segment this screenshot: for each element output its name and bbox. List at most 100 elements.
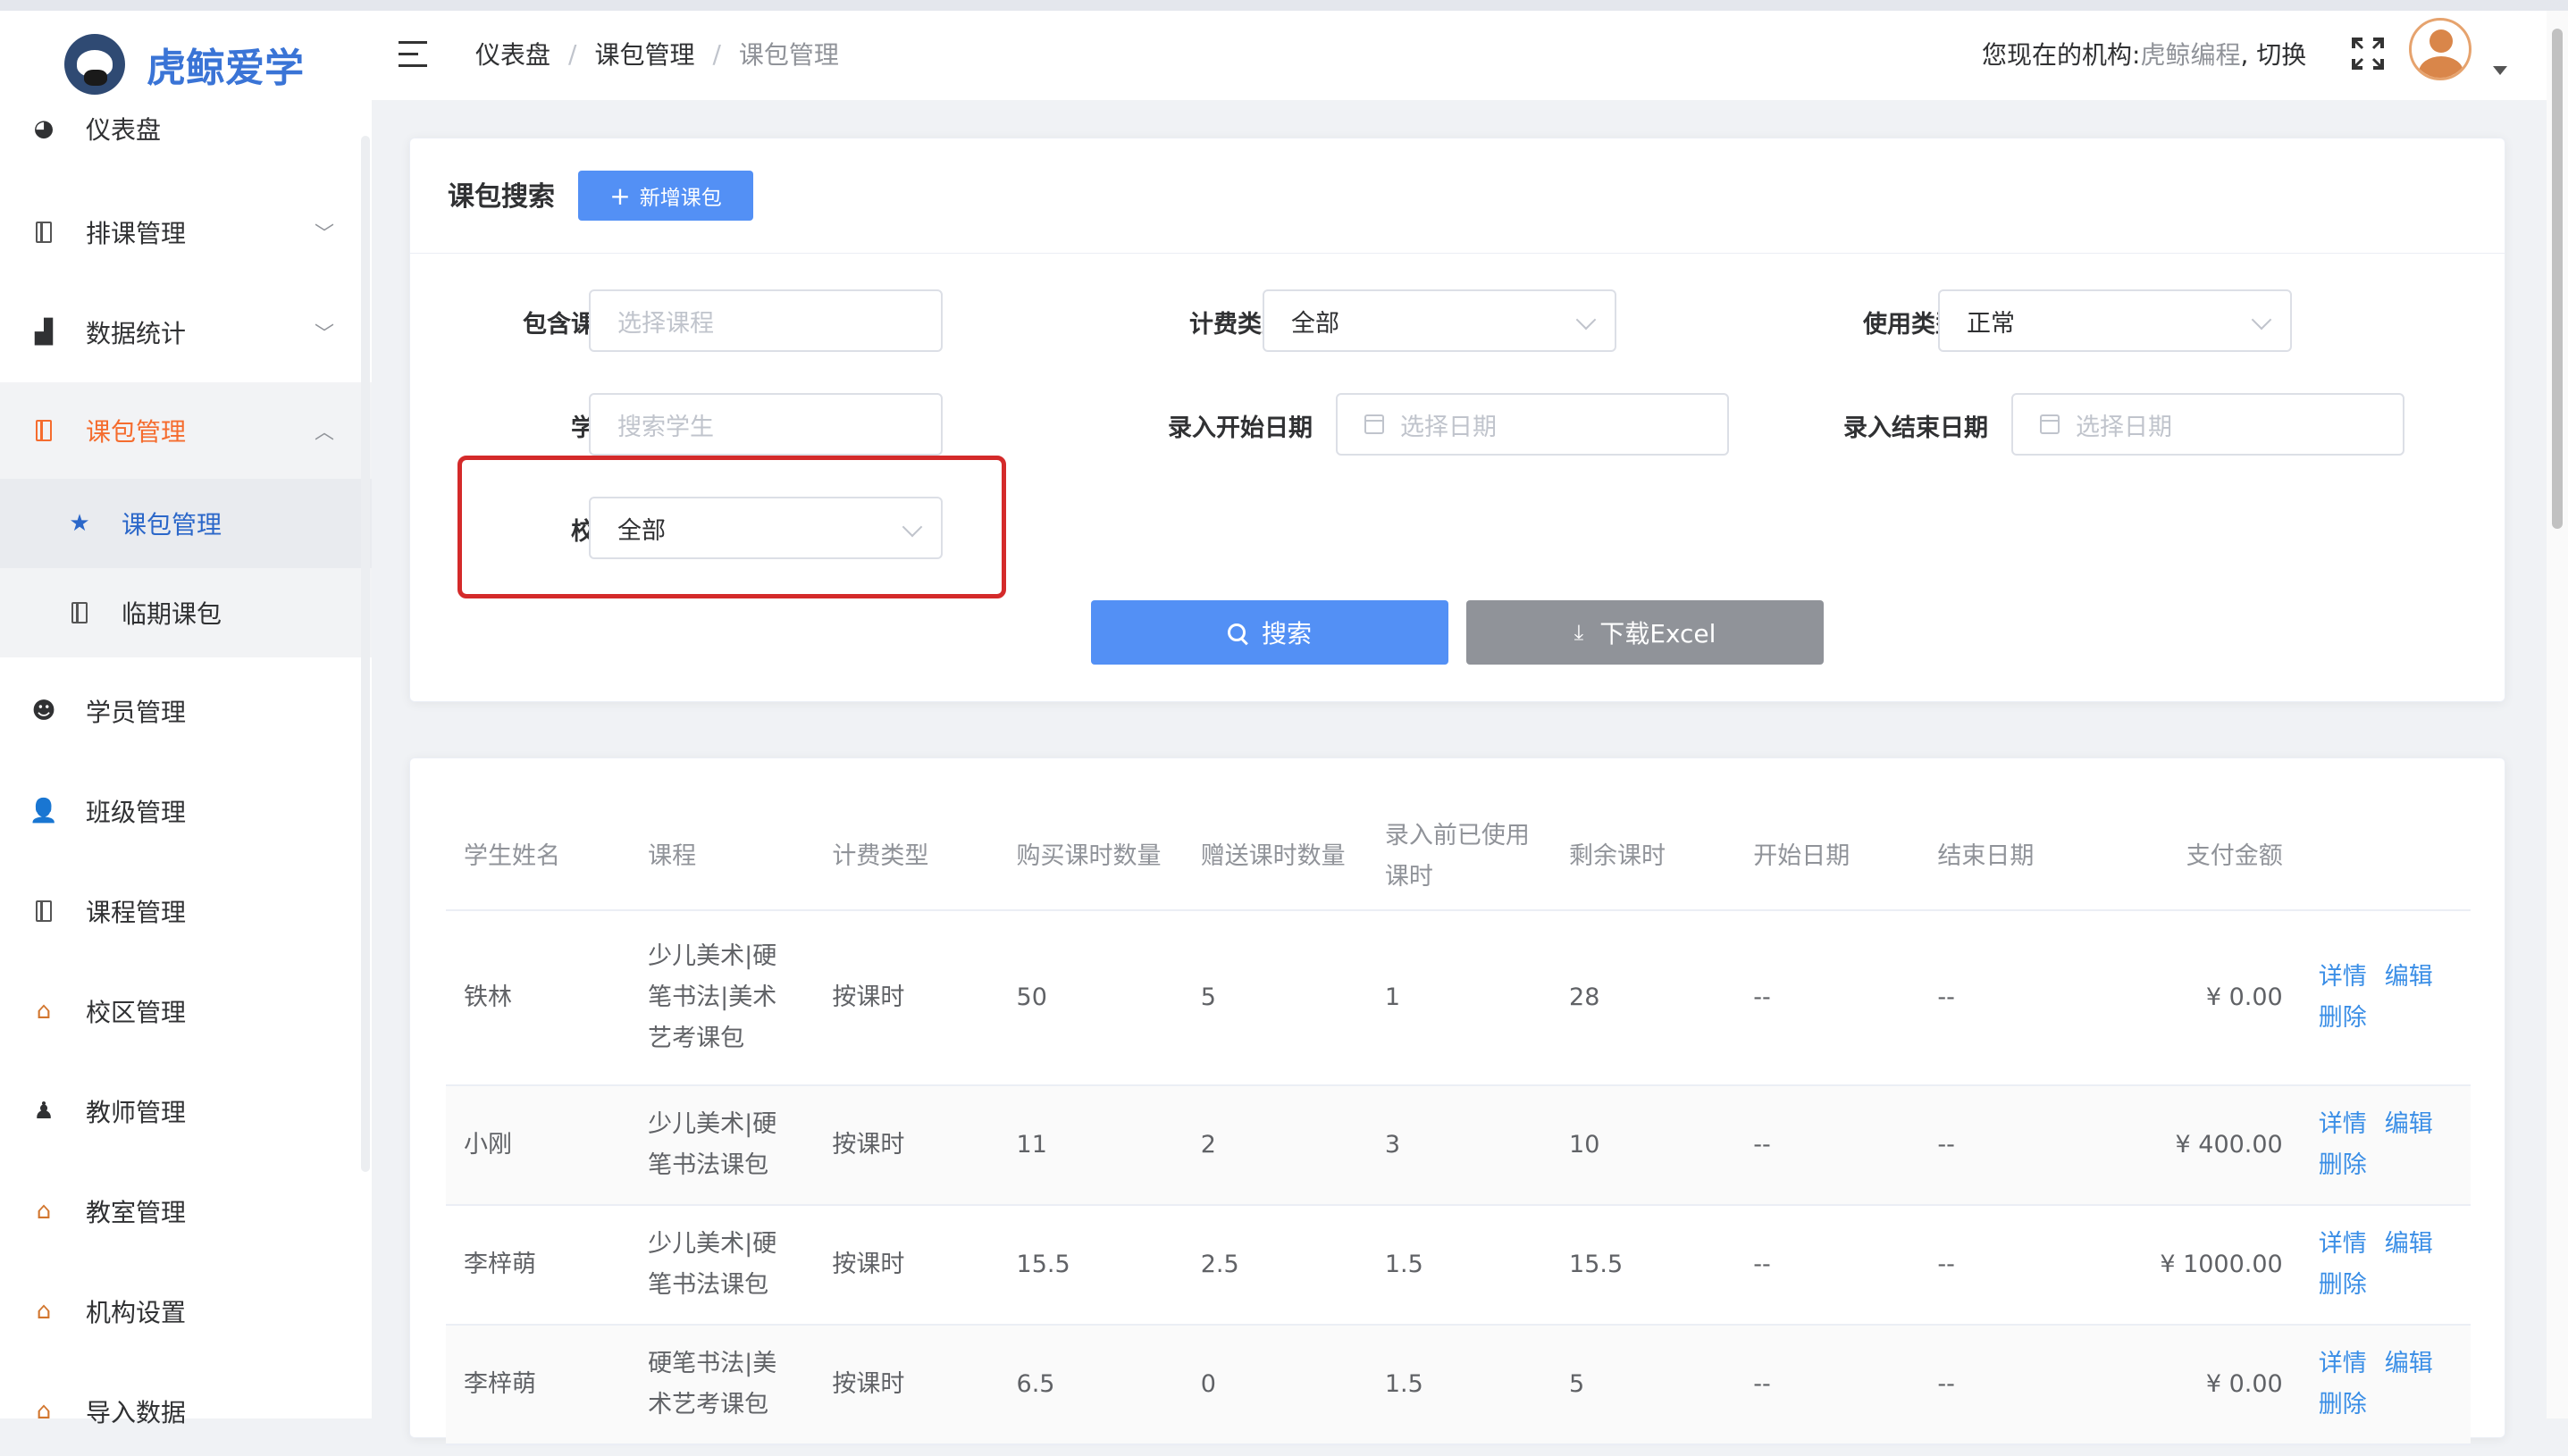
column-header: 录入前已使用课时 (1366, 803, 1552, 911)
download-excel-button[interactable]: ⤓ 下载Excel (1466, 600, 1824, 665)
delete-link[interactable]: 删除 (2319, 1151, 2367, 1179)
sidebar-item-dashboard[interactable]: ◕ 仪表盘 (0, 104, 372, 154)
column-header: 学生姓名 (446, 803, 631, 911)
cell-purchased: 6.5 (998, 1325, 1183, 1445)
cell-student: 李梓萌 (446, 1205, 631, 1326)
column-header: 计费类型 (814, 803, 999, 911)
sidebar-item-teachers[interactable]: ♟ 教师管理 (0, 1067, 372, 1156)
package-table: 学生姓名 课程 计费类型 购买课时数量 赠送课时数量 录入前已使用课时 剩余课时… (446, 803, 2471, 1445)
chevron-up-icon: ︿ (315, 422, 335, 444)
user-avatar[interactable] (2409, 18, 2471, 80)
cell-student: 李梓萌 (446, 1325, 631, 1445)
app-name: 虎鲸爱学 (147, 46, 304, 91)
billing-type-select[interactable]: 全部 (1263, 289, 1616, 352)
download-icon: ⤓ (1574, 620, 1584, 645)
end-date-picker[interactable]: 选择日期 (2011, 393, 2404, 456)
hamburger-icon[interactable] (399, 41, 427, 68)
sidebar-item-students[interactable]: ☻ 学员管理 (0, 666, 372, 756)
plus-icon: + (609, 180, 631, 211)
app-logo[interactable]: 虎鲸爱学 (64, 29, 304, 100)
edit-link[interactable]: 编辑 (2385, 963, 2433, 991)
sidebar-item-classes[interactable]: 👤 班级管理 (0, 766, 372, 856)
cell-amount: ¥ 0.00 (2103, 910, 2301, 1086)
breadcrumb-current: 课包管理 (738, 40, 839, 70)
cell-remaining: 28 (1551, 910, 1736, 1086)
bar-chart-icon: ▟ (35, 319, 53, 346)
download-excel-label: 下载Excel (1599, 619, 1716, 649)
sidebar-item-courses[interactable]: 课程管理 (0, 866, 372, 956)
detail-link[interactable]: 详情 (2319, 1230, 2367, 1258)
sidebar-item-label: 课程管理 (86, 898, 187, 927)
end-date-label: 录入结束日期 (1843, 414, 1988, 442)
student-search-input[interactable]: 搜索学生 (589, 393, 943, 456)
cell-ops: 详情 编辑 删除 (2300, 910, 2471, 1086)
logo-icon (64, 34, 125, 95)
cell-used: 1 (1366, 910, 1552, 1086)
class-icon: 👤 (29, 798, 59, 824)
detail-link[interactable]: 详情 (2319, 1350, 2367, 1377)
delete-link[interactable]: 删除 (2319, 1391, 2367, 1418)
cell-course: 硬笔书法|美术艺考课包 (630, 1325, 815, 1445)
edit-link[interactable]: 编辑 (2385, 1110, 2433, 1138)
sidebar-item-label: 临期课包 (122, 599, 222, 629)
breadcrumb-item[interactable]: 仪表盘 (475, 36, 550, 71)
sidebar-item-scheduling[interactable]: 排课管理 ﹀ (0, 186, 372, 279)
sidebar-item-import[interactable]: ⌂ 导入数据 (0, 1367, 372, 1456)
cell-billing: 按课时 (814, 1085, 999, 1206)
school-icon: ⌂ (36, 1298, 52, 1325)
book-icon (66, 599, 93, 626)
cell-amount: ¥ 400.00 (2103, 1085, 2301, 1206)
fullscreen-icon[interactable] (2350, 36, 2386, 71)
book-icon (30, 417, 57, 444)
sidebar-item-classrooms[interactable]: ⌂ 教室管理 (0, 1167, 372, 1256)
search-card: 课包搜索 + 新增课包 包含课程 选择课程 计费类型 全部 使用类型 正常 学生… (409, 138, 2505, 702)
cell-amount: ¥ 0.00 (2103, 1325, 2301, 1445)
breadcrumb-item[interactable]: 课包管理 (594, 36, 694, 71)
book-icon (30, 219, 57, 246)
book-icon (30, 898, 57, 925)
cell-remaining: 5 (1551, 1325, 1736, 1445)
course-select[interactable]: 选择课程 (589, 289, 943, 352)
usage-type-value: 正常 (1967, 309, 2015, 338)
student-placeholder: 搜索学生 (617, 413, 714, 441)
page-scrollbar-thumb[interactable] (2552, 29, 2563, 529)
sidebar-item-label: 仪表盘 (86, 115, 162, 145)
delete-link[interactable]: 删除 (2319, 1271, 2367, 1299)
search-button[interactable]: 搜索 (1091, 600, 1448, 665)
cell-used: 3 (1366, 1085, 1552, 1206)
sidebar-item-label: 班级管理 (86, 798, 187, 827)
edit-link[interactable]: 编辑 (2385, 1350, 2433, 1377)
sidebar-item-package-mgmt[interactable]: 课包管理 ︿ (0, 382, 372, 479)
sidebar-scrollbar[interactable] (361, 136, 370, 1172)
edit-link[interactable]: 编辑 (2385, 1230, 2433, 1258)
cell-remaining: 15.5 (1551, 1205, 1736, 1326)
sidebar-subitem-expiring[interactable]: 临期课包 (0, 568, 372, 657)
sidebar-item-campus[interactable]: ⌂ 校区管理 (0, 966, 372, 1056)
package-table-card: 学生姓名 课程 计费类型 购买课时数量 赠送课时数量 录入前已使用课时 剩余课时… (409, 757, 2505, 1445)
cell-end-date: -- (1919, 1085, 2104, 1206)
detail-link[interactable]: 详情 (2319, 1110, 2367, 1138)
usage-type-select[interactable]: 正常 (1938, 289, 2292, 352)
start-date-picker[interactable]: 选择日期 (1336, 393, 1729, 456)
billing-type-value: 全部 (1291, 309, 1339, 338)
org-prefix: 您现在的机构: (1982, 40, 2141, 70)
detail-link[interactable]: 详情 (2319, 963, 2367, 991)
table-row: 小刚 少儿美术|硬笔书法课包 按课时 11 2 3 10 -- -- ¥ 400… (446, 1085, 2471, 1206)
cell-course: 少儿美术|硬笔书法课包 (630, 1085, 815, 1206)
sidebar-item-org-settings[interactable]: ⌂ 机构设置 (0, 1267, 372, 1356)
delete-link[interactable]: 删除 (2319, 1004, 2367, 1032)
switch-org-link[interactable]: , 切换 (2240, 36, 2306, 71)
add-package-button[interactable]: + 新增课包 (578, 171, 753, 221)
cell-end-date: -- (1919, 1325, 2104, 1445)
sidebar-subitem-package[interactable]: ★ 课包管理 (0, 479, 372, 568)
calendar-icon (1364, 414, 1384, 434)
page-scrollbar[interactable] (2547, 11, 2568, 1418)
chevron-down-icon (2251, 309, 2272, 331)
star-icon: ★ (69, 510, 90, 537)
cell-billing: 按课时 (814, 1325, 999, 1445)
sidebar-item-label: 数据统计 (86, 319, 187, 348)
caret-down-icon[interactable] (2493, 66, 2507, 75)
sidebar-item-statistics[interactable]: ▟ 数据统计 ﹀ (0, 286, 372, 379)
column-header: 开始日期 (1735, 803, 1920, 911)
school-icon: ⌂ (36, 998, 52, 1025)
